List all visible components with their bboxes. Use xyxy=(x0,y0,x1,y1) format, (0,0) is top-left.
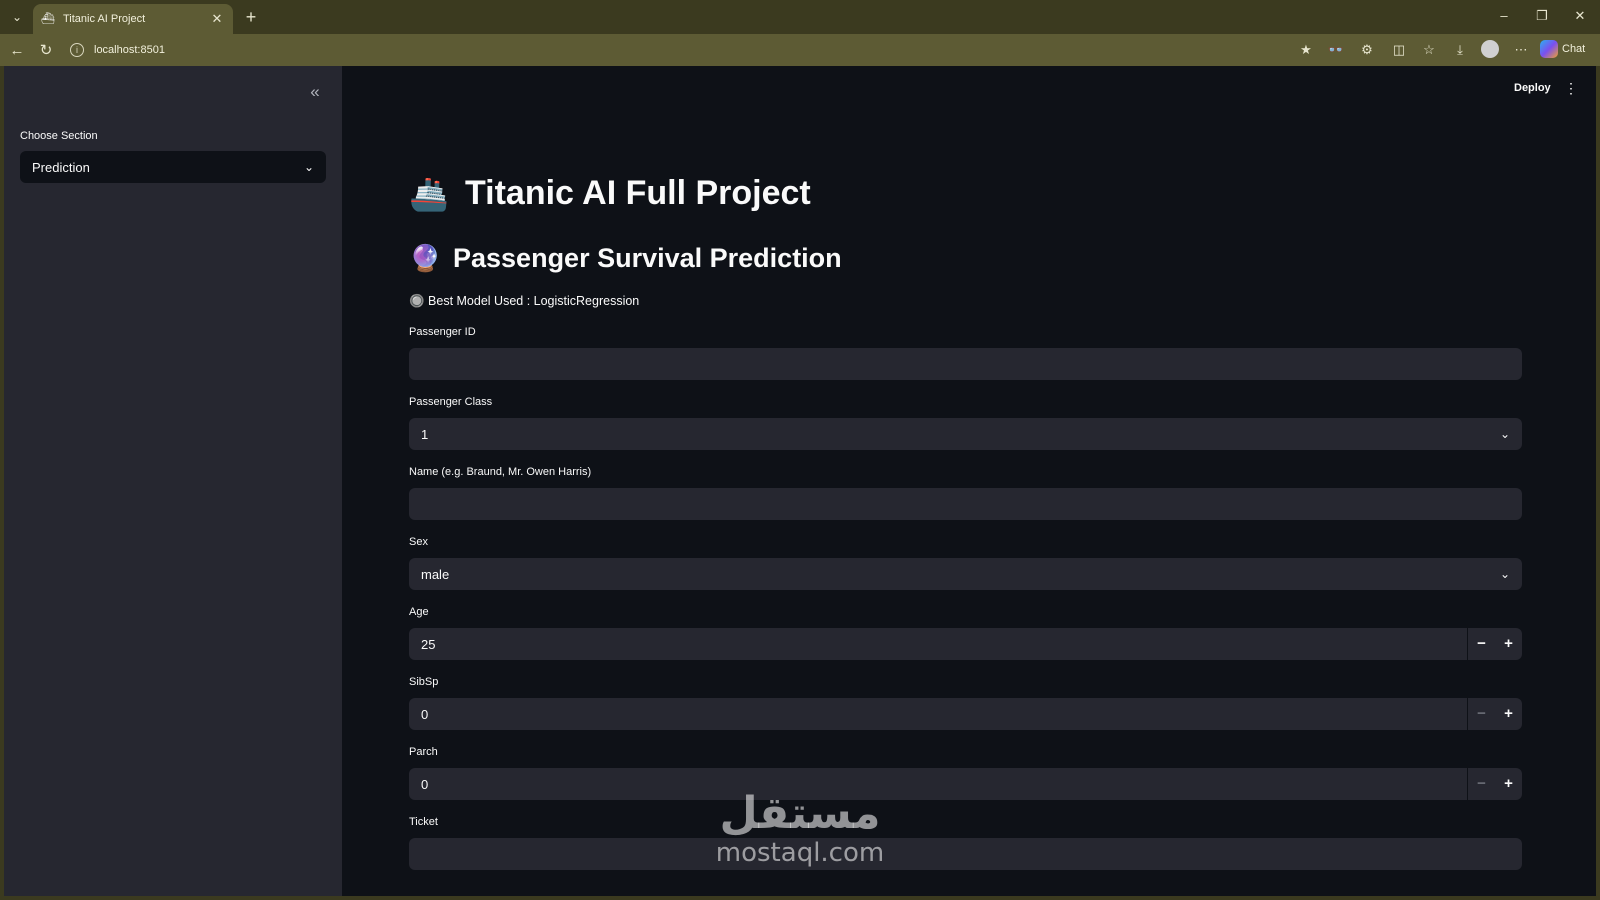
browser-tab[interactable]: ⛴ Titanic AI Project ✕ xyxy=(33,4,233,34)
section-select[interactable]: Prediction ⌄ xyxy=(20,151,326,183)
parch-number-input[interactable]: 0 − + xyxy=(409,768,1522,800)
age-value: 25 xyxy=(421,636,436,652)
sibsp-increment-button[interactable]: + xyxy=(1495,698,1522,730)
ticket-label: Ticket xyxy=(409,816,438,828)
mostaql-watermark: مستقل mostaql.com xyxy=(700,788,900,869)
new-tab-plus-icon[interactable]: + xyxy=(240,6,262,28)
download-icon[interactable]: ⤓ xyxy=(1450,40,1470,60)
section-heading: 🔮 Passenger Survival Prediction xyxy=(409,243,842,274)
address-bar[interactable]: i localhost:8501 xyxy=(66,38,1306,62)
main-menu-icon[interactable]: ⋮ xyxy=(1564,80,1578,97)
age-label: Age xyxy=(409,606,429,618)
section-select-label: Choose Section xyxy=(20,130,98,142)
passenger-class-select[interactable]: 1 ⌄ xyxy=(409,418,1522,450)
tab-list-chevron-icon[interactable]: ⌄ xyxy=(6,6,28,28)
sex-label: Sex xyxy=(409,536,428,548)
passenger-class-value: 1 xyxy=(421,426,429,442)
page-title: 🚢 Titanic AI Full Project xyxy=(409,174,811,213)
chevron-down-icon: ⌄ xyxy=(1499,567,1510,581)
parch-label: Parch xyxy=(409,746,438,758)
bookmark-star-icon[interactable]: ★ xyxy=(1296,40,1316,60)
sibsp-decrement-button[interactable]: − xyxy=(1468,698,1495,730)
glasses-icon[interactable]: 👓 xyxy=(1326,40,1346,60)
site-info-icon[interactable]: i xyxy=(70,43,84,57)
back-arrow-icon[interactable]: ← xyxy=(6,40,28,62)
passenger-id-input[interactable] xyxy=(409,348,1522,380)
ship-icon: 🚢 xyxy=(409,175,449,212)
app-viewport: « Choose Section Prediction ⌄ Deploy ⋮ 🚢… xyxy=(4,66,1596,896)
sex-value: male xyxy=(421,566,450,582)
parch-increment-button[interactable]: + xyxy=(1495,768,1522,800)
close-window-icon[interactable]: ✕ xyxy=(1568,6,1592,26)
name-label: Name (e.g. Braund, Mr. Owen Harris) xyxy=(409,466,592,478)
minimize-icon[interactable]: – xyxy=(1492,6,1516,26)
crystal-ball-icon: 🔮 xyxy=(409,243,442,273)
passenger-class-label: Passenger Class xyxy=(409,396,493,408)
age-number-input[interactable]: 25 − + xyxy=(409,628,1522,660)
age-decrement-button[interactable]: − xyxy=(1468,628,1495,660)
passenger-id-label: Passenger ID xyxy=(409,326,476,338)
deploy-button[interactable]: Deploy xyxy=(1514,82,1551,94)
ship-favicon-icon: ⛴ xyxy=(41,13,55,25)
browser-tab-bar: ⌄ ⛴ Titanic AI Project ✕ + – ❐ ✕ xyxy=(0,0,1600,34)
reload-icon[interactable]: ↻ xyxy=(35,40,57,62)
extensions-icon[interactable]: ⚙ xyxy=(1357,40,1377,60)
favorites-icon[interactable]: ☆ xyxy=(1419,40,1439,60)
split-screen-icon[interactable]: ◫ xyxy=(1389,40,1409,60)
best-model-text: 🔘 Best Model Used : LogisticRegression xyxy=(409,294,640,308)
watermark-latin-text: mostaql.com xyxy=(715,838,885,868)
sibsp-value: 0 xyxy=(421,706,429,722)
chevron-down-icon: ⌄ xyxy=(303,160,314,174)
chat-label: Chat xyxy=(1562,43,1586,55)
restore-icon[interactable]: ❐ xyxy=(1530,6,1554,26)
name-input[interactable] xyxy=(409,488,1522,520)
sidebar: « Choose Section Prediction ⌄ xyxy=(4,66,342,896)
page-title-text: Titanic AI Full Project xyxy=(465,174,811,212)
collapse-sidebar-icon[interactable]: « xyxy=(304,81,326,103)
section-select-value: Prediction xyxy=(32,159,90,175)
parch-decrement-button[interactable]: − xyxy=(1468,768,1495,800)
chevron-down-icon: ⌄ xyxy=(1499,427,1510,441)
sibsp-number-input[interactable]: 0 − + xyxy=(409,698,1522,730)
section-heading-text: Passenger Survival Prediction xyxy=(453,243,842,273)
watermark-arabic-text: مستقل xyxy=(719,788,881,839)
url-text: localhost:8501 xyxy=(94,44,165,56)
copilot-chat-button[interactable]: Chat xyxy=(1540,38,1594,60)
sex-select[interactable]: male ⌄ xyxy=(409,558,1522,590)
copilot-icon xyxy=(1540,40,1558,58)
ticket-input[interactable] xyxy=(409,838,1522,870)
age-increment-button[interactable]: + xyxy=(1495,628,1522,660)
more-options-icon[interactable]: ⋯ xyxy=(1511,40,1531,60)
close-tab-icon[interactable]: ✕ xyxy=(209,11,225,27)
parch-value: 0 xyxy=(421,776,429,792)
sibsp-label: SibSp xyxy=(409,676,439,688)
profile-avatar[interactable] xyxy=(1481,40,1499,58)
tab-title: Titanic AI Project xyxy=(63,13,146,25)
